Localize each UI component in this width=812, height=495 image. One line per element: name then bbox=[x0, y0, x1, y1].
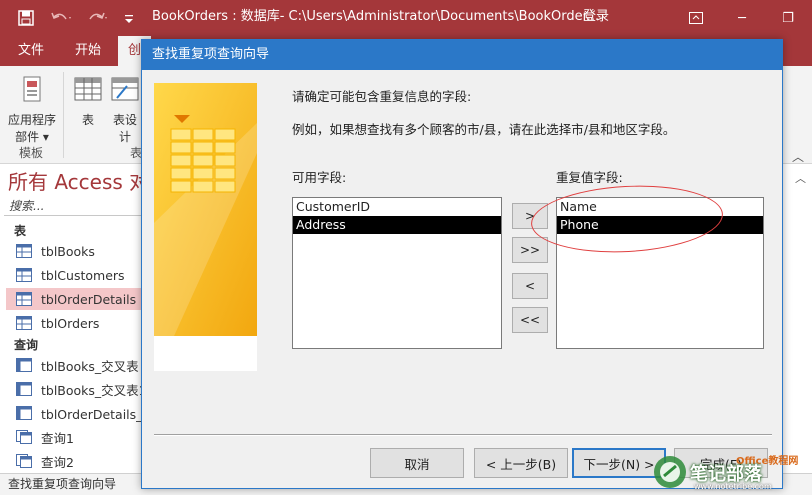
duplicate-fields-label: 重复值字段: bbox=[556, 170, 623, 185]
restore-button[interactable]: ❐ bbox=[765, 0, 811, 36]
nav-item-label: tblBooks_交叉表1 bbox=[41, 382, 142, 398]
app-parts-button[interactable]: 应用程序 部件 ▾ bbox=[6, 76, 58, 145]
window-title: BookOrders : 数据库- C:\Users\Administrator… bbox=[152, 9, 600, 24]
nav-section-tables[interactable]: 表 bbox=[14, 222, 26, 239]
save-icon[interactable] bbox=[18, 0, 34, 36]
table-icon bbox=[16, 244, 32, 258]
move-all-button[interactable]: >> bbox=[512, 237, 548, 263]
list-item-customerid[interactable]: CustomerID bbox=[293, 198, 501, 216]
nav-item-tblorders[interactable]: tblOrders bbox=[6, 312, 142, 334]
minimize-button[interactable]: ─ bbox=[719, 0, 765, 36]
app-parts-label: 应用程序 bbox=[7, 113, 56, 127]
crosstab-query-icon bbox=[16, 382, 32, 396]
nav-item-label: tblBooks_交叉表 bbox=[41, 358, 139, 374]
nav-item-tblbooks[interactable]: tblBooks bbox=[6, 240, 142, 262]
available-fields-label: 可用字段: bbox=[292, 170, 347, 185]
nav-item-label: tblOrderDetails_交 bbox=[41, 406, 142, 422]
watermark-site: www.notetribe.com bbox=[694, 482, 772, 491]
nav-item-label: 查询1 bbox=[41, 430, 74, 446]
nav-item-label: 查询2 bbox=[41, 454, 74, 470]
scroll-up-icon[interactable]: ︿ bbox=[795, 170, 806, 186]
list-item-address[interactable]: Address bbox=[293, 216, 501, 234]
undo-icon[interactable] bbox=[50, 0, 72, 36]
find-duplicates-wizard-dialog: 查找重复项查询向导 请确定可能包含重复信息的字段: 例如，如果想查找有多个顾客的… bbox=[141, 39, 783, 489]
tab-file[interactable]: 文件 bbox=[18, 36, 44, 66]
remove-one-button[interactable]: < bbox=[512, 273, 548, 299]
nav-item-tblorderdetails[interactable]: tblOrderDetails bbox=[6, 288, 142, 310]
table-icon bbox=[16, 316, 32, 330]
nav-item-query-3[interactable]: tblOrderDetails_交 bbox=[6, 402, 142, 424]
table-icon bbox=[16, 268, 32, 282]
table-icon bbox=[16, 292, 32, 306]
nav-item-tblcustomers[interactable]: tblCustomers bbox=[6, 264, 142, 286]
nav-item-query-2[interactable]: tblBooks_交叉表1 bbox=[6, 378, 142, 400]
table-design-button[interactable]: 表设计 bbox=[108, 76, 142, 145]
cancel-button[interactable]: 取消 bbox=[370, 448, 464, 478]
remove-all-button[interactable]: << bbox=[512, 307, 548, 333]
nav-item-label: tblOrders bbox=[41, 315, 100, 331]
nav-item-query-4[interactable]: 查询1 bbox=[6, 426, 142, 448]
app-parts-icon bbox=[6, 76, 58, 107]
dialog-title: 查找重复项查询向导 bbox=[142, 40, 782, 70]
instruction-text: 请确定可能包含重复信息的字段: bbox=[292, 89, 472, 104]
watermark: Office教程网 笔记部落 www.notetribe.com bbox=[650, 448, 810, 494]
redo-icon[interactable] bbox=[86, 0, 108, 36]
dialog-divider bbox=[154, 434, 772, 436]
nav-section-queries[interactable]: 查询 bbox=[14, 336, 38, 353]
example-text: 例如，如果想查找有多个顾客的市/县，请在此选择市/县和地区字段。 bbox=[292, 122, 676, 137]
navigation-pane: 所有 Access 对 搜索... 表 tblBooks tblCustomer… bbox=[0, 164, 149, 473]
wizard-illustration bbox=[154, 83, 257, 371]
crosstab-query-icon bbox=[16, 358, 32, 372]
back-button[interactable]: < 上一步(B) bbox=[474, 448, 568, 478]
customize-toolbar-icon[interactable] bbox=[124, 0, 134, 36]
document-area: ︿ bbox=[783, 164, 812, 473]
select-query-icon bbox=[16, 454, 32, 468]
ribbon-options-icon[interactable] bbox=[673, 0, 719, 36]
select-query-icon bbox=[16, 430, 32, 444]
login-link[interactable]: 登录 bbox=[583, 0, 609, 36]
crosstab-query-icon bbox=[16, 406, 32, 420]
nav-item-query-1[interactable]: tblBooks_交叉表 bbox=[6, 354, 142, 376]
nav-item-query-5[interactable]: 查询2 bbox=[6, 450, 142, 472]
collapse-ribbon-icon[interactable]: ︿ bbox=[792, 148, 804, 165]
nav-item-label: tblBooks bbox=[41, 243, 95, 259]
available-fields-list[interactable]: CustomerID Address bbox=[292, 197, 502, 349]
table-design-label: 表设计 bbox=[112, 113, 137, 144]
table-button[interactable]: 表 bbox=[72, 76, 104, 128]
app-parts-label-2: 部件 ▾ bbox=[15, 130, 49, 144]
table-icon bbox=[72, 76, 104, 107]
tab-home[interactable]: 开始 bbox=[75, 36, 101, 66]
nav-search-input[interactable]: 搜索... bbox=[4, 196, 142, 216]
table-design-icon bbox=[108, 76, 142, 107]
nav-item-label: tblCustomers bbox=[41, 267, 125, 283]
ribbon-group-separator bbox=[63, 72, 64, 158]
table-label: 表 bbox=[81, 113, 94, 127]
group-templates-label: 模板 bbox=[19, 146, 44, 160]
nav-pane-header[interactable]: 所有 Access 对 bbox=[8, 166, 149, 195]
title-bar: BookOrders : 数据库- C:\Users\Administrator… bbox=[0, 0, 812, 36]
nav-item-label: tblOrderDetails bbox=[41, 291, 137, 307]
